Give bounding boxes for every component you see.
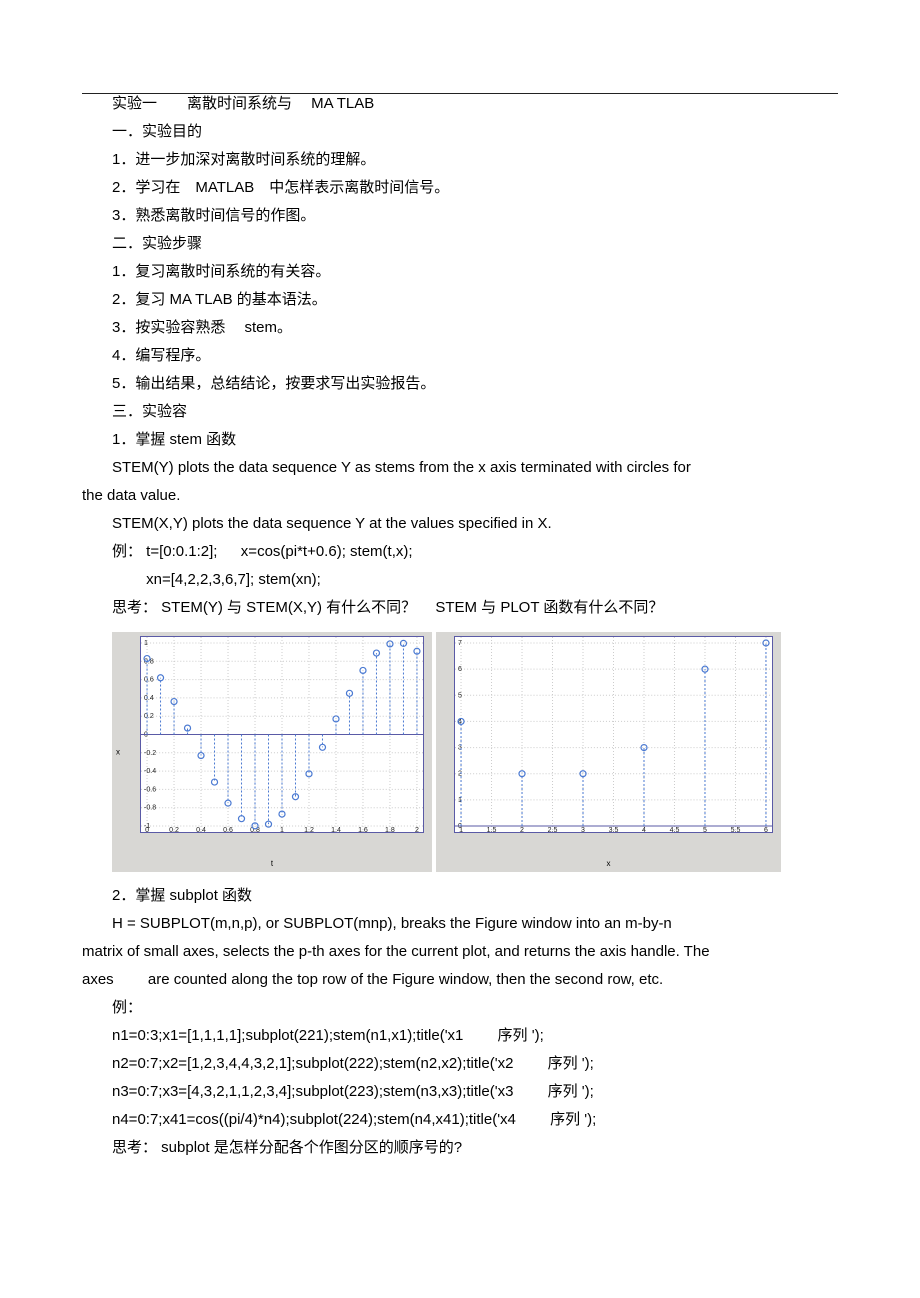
example1-line1: 例： t=[0:0.1:2]; x=cos(pi*t+0.6); stem(t,… bbox=[82, 538, 838, 566]
svg-text:6: 6 bbox=[764, 827, 768, 832]
svg-text:5: 5 bbox=[703, 827, 707, 832]
subplot-desc-b: matrix of small axes, selects the p-th a… bbox=[82, 938, 838, 966]
think-line-2: 思考： subplot 是怎样分配各个作图分区的顺序号的? bbox=[82, 1134, 838, 1162]
section-1-heading: 一．实验目的 bbox=[82, 118, 838, 146]
svg-text:5.5: 5.5 bbox=[731, 827, 741, 832]
svg-text:0.8: 0.8 bbox=[250, 827, 260, 832]
s2-item-5: 5．输出结果，总结结论，按要求写出实验报告。 bbox=[82, 370, 838, 398]
svg-text:1: 1 bbox=[144, 640, 148, 647]
svg-text:-0.6: -0.6 bbox=[144, 786, 156, 793]
ex2-line-4: n4=0:7;x41=cos((pi/4)*n4);subplot(224);s… bbox=[82, 1106, 838, 1134]
chart-row: x 00.20.40.60.811.21.41.61.82-1-0.8-0.6-… bbox=[112, 632, 838, 872]
svg-text:2.5: 2.5 bbox=[548, 827, 558, 832]
svg-text:1: 1 bbox=[280, 827, 284, 832]
stem-desc-line3: STEM(X,Y) plots the data sequence Y at t… bbox=[82, 510, 838, 538]
header-rule bbox=[82, 93, 838, 94]
s1-item-2: 2．学习在 MATLAB 中怎样表示离散时间信号。 bbox=[82, 174, 838, 202]
svg-text:0.2: 0.2 bbox=[169, 827, 179, 832]
section-2-heading: 二．实验步骤 bbox=[82, 230, 838, 258]
svg-text:0.4: 0.4 bbox=[196, 827, 206, 832]
s2-item-1: 1．复习离散时间系统的有关容。 bbox=[82, 258, 838, 286]
ex2-line-3: n3=0:7;x3=[4,3,2,1,1,2,3,4];subplot(223)… bbox=[82, 1078, 838, 1106]
svg-text:3: 3 bbox=[581, 827, 585, 832]
svg-text:4.5: 4.5 bbox=[670, 827, 680, 832]
svg-text:0.6: 0.6 bbox=[223, 827, 233, 832]
s2-item-2: 2．复习 MA TLAB 的基本语法。 bbox=[82, 286, 838, 314]
subplot-desc-c: axes are counted along the top row of th… bbox=[82, 966, 838, 994]
svg-text:3.5: 3.5 bbox=[609, 827, 619, 832]
subplot-desc-a: H = SUBPLOT(m,n,p), or SUBPLOT(mnp), bre… bbox=[82, 910, 838, 938]
s1-item-1: 1．进一步加深对离散时间系统的理解。 bbox=[82, 146, 838, 174]
s3-subplot-heading: 2．掌握 subplot 函数 bbox=[82, 882, 838, 910]
svg-text:1.6: 1.6 bbox=[358, 827, 368, 832]
svg-text:1.2: 1.2 bbox=[304, 827, 314, 832]
chart-2-figure: 11.522.533.544.555.5601234567 x bbox=[436, 632, 781, 872]
section-3-heading: 三．实验容 bbox=[82, 398, 838, 426]
example1-line2: xn=[4,2,2,3,6,7]; stem(xn); bbox=[82, 566, 838, 594]
chart-1-xlabel: t bbox=[271, 859, 273, 868]
svg-text:-0.8: -0.8 bbox=[144, 805, 156, 812]
svg-text:-0.4: -0.4 bbox=[144, 768, 156, 775]
ex2-line-2: n2=0:7;x2=[1,2,3,4,4,3,2,1];subplot(222)… bbox=[82, 1050, 838, 1078]
svg-text:-1: -1 bbox=[144, 823, 150, 830]
svg-text:1.8: 1.8 bbox=[385, 827, 395, 832]
chart-2-axes: 11.522.533.544.555.5601234567 bbox=[454, 636, 773, 833]
svg-text:7: 7 bbox=[458, 640, 462, 647]
s1-item-3: 3．熟悉离散时间信号的作图。 bbox=[82, 202, 838, 230]
ex2-line-1: n1=0:3;x1=[1,1,1,1];subplot(221);stem(n1… bbox=[82, 1022, 838, 1050]
s3-stem-heading: 1．掌握 stem 函数 bbox=[82, 426, 838, 454]
svg-text:-0.2: -0.2 bbox=[144, 750, 156, 757]
svg-text:0.4: 0.4 bbox=[144, 695, 154, 702]
svg-text:5: 5 bbox=[458, 692, 462, 699]
svg-text:0.2: 0.2 bbox=[144, 713, 154, 720]
svg-text:2: 2 bbox=[520, 827, 524, 832]
chart-1-figure: x 00.20.40.60.811.21.41.61.82-1-0.8-0.6-… bbox=[112, 632, 432, 872]
example2-heading: 例： bbox=[82, 994, 838, 1022]
chart-1-axes: 00.20.40.60.811.21.41.61.82-1-0.8-0.6-0.… bbox=[140, 636, 424, 833]
svg-text:1.4: 1.4 bbox=[331, 827, 341, 832]
svg-text:1.5: 1.5 bbox=[487, 827, 497, 832]
stem-desc-line2: the data value. bbox=[82, 482, 838, 510]
svg-text:0.6: 0.6 bbox=[144, 677, 154, 684]
chart-1-ylabel: x bbox=[116, 748, 120, 757]
experiment-title: 实验一 离散时间系统与 MA TLAB bbox=[82, 90, 838, 118]
s2-item-3: 3．按实验容熟悉 stem。 bbox=[82, 314, 838, 342]
think-line-1: 思考： STEM(Y) 与 STEM(X,Y) 有什么不同？ STEM 与 PL… bbox=[82, 594, 838, 622]
s2-item-4: 4．编写程序。 bbox=[82, 342, 838, 370]
stem-desc-line1: STEM(Y) plots the data sequence Y as ste… bbox=[82, 454, 838, 482]
page: 实验一 离散时间系统与 MA TLAB 一．实验目的 1．进一步加深对离散时间系… bbox=[0, 0, 920, 1202]
svg-text:2: 2 bbox=[415, 827, 419, 832]
chart-2-xlabel: x bbox=[607, 859, 611, 868]
svg-text:6: 6 bbox=[458, 666, 462, 673]
svg-text:4: 4 bbox=[642, 827, 646, 832]
